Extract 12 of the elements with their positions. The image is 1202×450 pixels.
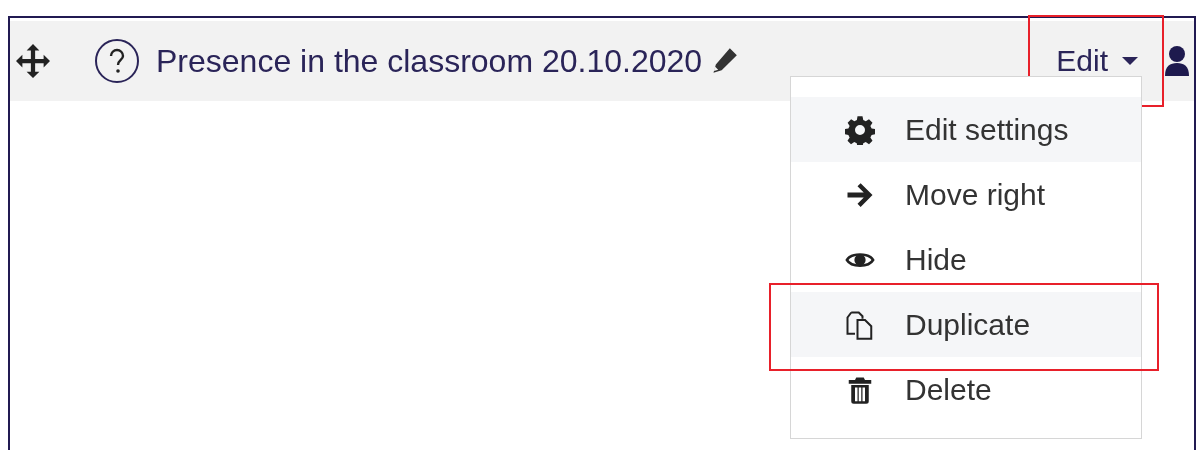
menu-item[interactable]: Duplicate	[791, 292, 1141, 357]
menu-item[interactable]: Edit settings	[791, 97, 1141, 162]
activity-title[interactable]: Presence in the classroom 20.10.2020	[156, 42, 703, 80]
caret-icon	[1122, 56, 1138, 66]
menu-item[interactable]: Delete	[791, 357, 1141, 422]
move-icon[interactable]	[16, 44, 50, 78]
menu-item[interactable]: Move right	[791, 162, 1141, 227]
user-icon[interactable]	[1164, 45, 1190, 77]
menu-item[interactable]: Hide	[791, 227, 1141, 292]
copy-icon	[845, 309, 875, 340]
help-icon[interactable]	[94, 38, 140, 84]
gear-icon	[845, 114, 875, 145]
